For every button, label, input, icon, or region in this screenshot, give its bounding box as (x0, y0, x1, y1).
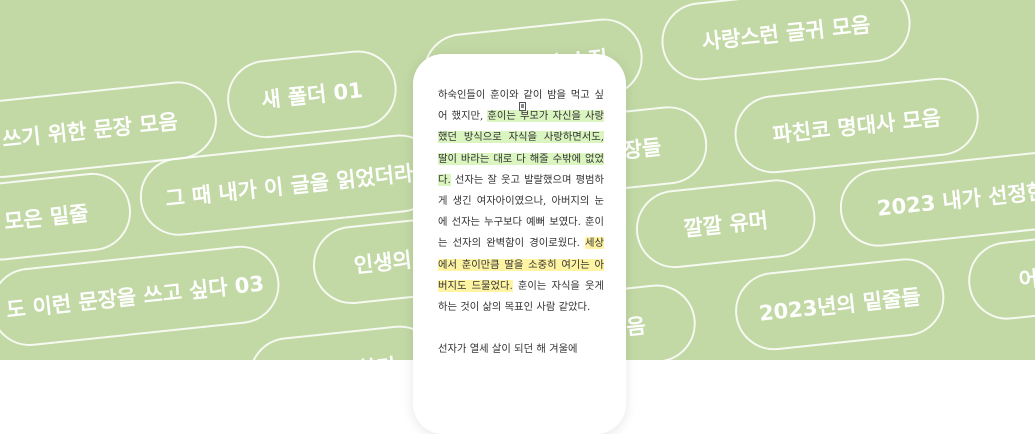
collection-pill[interactable]: 사랑스런 글귀 모음 (657, 0, 915, 85)
collection-pill[interactable]: 새 폴더 01 (223, 46, 401, 142)
collection-pill[interactable]: 2023년의 밑줄들 (731, 254, 949, 355)
reader-text-segment: 선자는 잘 웃고 발랄했으며 평범하게 생긴 여자아이였으나, 아버지의 눈에 … (438, 173, 604, 250)
collection-pill[interactable]: 도 이런 문장을 쓰고 싶다 03 (0, 241, 284, 350)
text-cursor-icon (519, 102, 526, 111)
reader-text: 하숙인들이 훈이와 같이 밤을 먹고 싶어 했지만, 훈이는 부모가 자신을 사… (438, 85, 604, 360)
reader-paragraph: 하숙인들이 훈이와 같이 밤을 먹고 싶어 했지만, 훈이는 부모가 자신을 사… (438, 85, 604, 318)
collection-pill[interactable]: 어제 (964, 231, 1035, 324)
reader-paragraph: 선자가 열세 살이 되던 해 겨울에 (438, 343, 578, 356)
collection-pill[interactable]: 모은 밑줄 (0, 169, 135, 265)
collection-pill[interactable]: 깔깔 유머 (632, 175, 820, 272)
phone-reader-mockup: 하숙인들이 훈이와 같이 밤을 먹고 싶어 했지만, 훈이는 부모가 자신을 사… (413, 54, 626, 434)
